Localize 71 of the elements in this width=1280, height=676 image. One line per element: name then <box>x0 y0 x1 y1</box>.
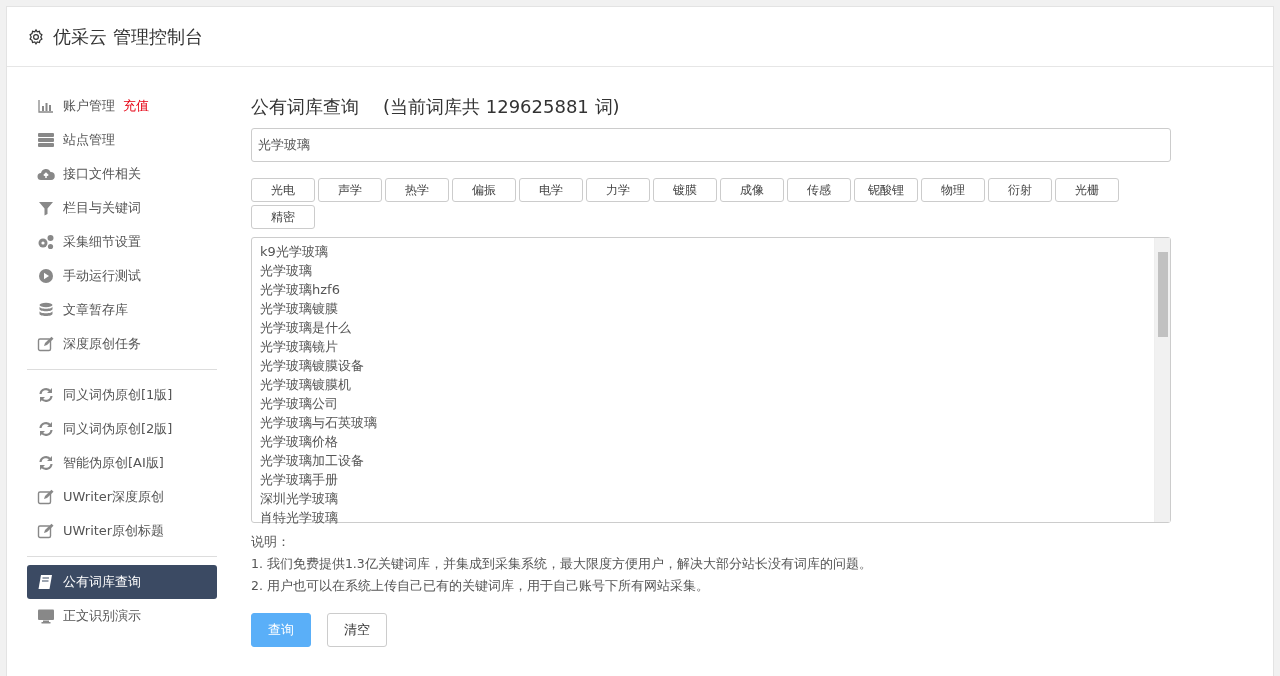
edit-icon <box>37 336 55 352</box>
sidebar-item[interactable]: UWriter原创标题 <box>27 514 217 548</box>
result-line: 肖特光学玻璃 <box>260 509 339 527</box>
bar-chart-icon <box>37 98 55 114</box>
tag-button[interactable]: 力学 <box>586 178 650 202</box>
scrollbar[interactable] <box>1154 238 1170 522</box>
tag-button[interactable]: 物理 <box>921 178 985 202</box>
tag-button[interactable]: 光电 <box>251 178 315 202</box>
result-line: k9光学玻璃 <box>260 243 329 261</box>
edit-icon <box>37 523 55 539</box>
sidebar-label: 账户管理 <box>63 97 115 116</box>
database-icon <box>37 302 55 318</box>
tag-button[interactable]: 镀膜 <box>653 178 717 202</box>
sidebar-item[interactable]: 同义词伪原创[1版] <box>27 378 217 412</box>
note-text: 2. 用户也可以在系统上传自己已有的关键词库，用于自己账号下所有网站采集。 <box>251 577 710 595</box>
sidebar-item[interactable]: 公有词库查询 <box>27 565 217 599</box>
console-title: 优采云 管理控制台 <box>53 25 203 49</box>
tag-button[interactable]: 精密 <box>251 205 315 229</box>
settings-icon <box>27 27 45 46</box>
monitor-icon <box>37 608 55 624</box>
filter-icon <box>37 200 55 216</box>
result-line: 光学玻璃价格 <box>260 433 339 451</box>
page-title: 公有词库查询 <box>251 95 359 119</box>
tag-button[interactable]: 铌酸锂 <box>854 178 918 202</box>
tag-button[interactable]: 热学 <box>385 178 449 202</box>
result-line: 光学玻璃 <box>260 262 313 280</box>
sidebar-item[interactable]: 接口文件相关 <box>27 157 217 191</box>
tag-button[interactable]: 偏振 <box>452 178 516 202</box>
tag-button[interactable]: 光栅 <box>1055 178 1119 202</box>
sidebar-item[interactable]: UWriter深度原创 <box>27 480 217 514</box>
result-line: 光学玻璃手册 <box>260 471 339 489</box>
tag-button[interactable]: 衍射 <box>988 178 1052 202</box>
result-line: 光学玻璃是什么 <box>260 319 352 337</box>
result-line: 光学玻璃公司 <box>260 395 339 413</box>
play-icon <box>37 268 55 284</box>
refresh-icon <box>37 455 55 471</box>
result-line: 光学玻璃加工设备 <box>260 452 365 470</box>
edit-icon <box>37 489 55 505</box>
result-line: 深圳光学玻璃 <box>260 490 339 508</box>
refresh-icon <box>37 421 55 437</box>
tag-button[interactable]: 电学 <box>519 178 583 202</box>
note-text: 1. 我们免费提供1.3亿关键词库，并集成到采集系统，最大限度方便用户，解决大部分站长没有词库的问题。 <box>251 555 873 573</box>
sidebar-item[interactable]: 文章暂存库 <box>27 293 217 327</box>
sidebar-item[interactable]: 账户管理 充值 <box>27 89 217 123</box>
sidebar-item[interactable]: 深度原创任务 <box>27 327 217 361</box>
sidebar-item[interactable]: 采集细节设置 <box>27 225 217 259</box>
notes-title: 说明： <box>251 533 291 551</box>
sidebar-item[interactable]: 手动运行测试 <box>27 259 217 293</box>
server-icon <box>37 132 55 148</box>
word-count-note: (当前词库共 129625881 词) <box>383 95 620 119</box>
sidebar-item[interactable]: 同义词伪原创[2版] <box>27 412 217 446</box>
result-line: 光学玻璃hzf6 <box>260 281 341 299</box>
result-line: 光学玻璃镀膜设备 <box>260 357 365 375</box>
refresh-icon <box>37 387 55 403</box>
result-line: 光学玻璃与石英玻璃 <box>260 414 378 432</box>
tag-button[interactable]: 传感 <box>787 178 851 202</box>
result-line: 光学玻璃镀膜 <box>260 300 339 318</box>
sidebar-item[interactable]: 站点管理 <box>27 123 217 157</box>
search-field[interactable]: 光学玻璃 <box>251 128 1171 162</box>
recharge-link[interactable]: 充值 <box>123 96 149 116</box>
clear-button[interactable]: 清空 <box>327 613 387 647</box>
gears-icon <box>37 234 55 250</box>
book-icon <box>37 574 55 590</box>
tag-button[interactable]: 成像 <box>720 178 784 202</box>
result-line: 光学玻璃镀膜机 <box>260 376 352 394</box>
cloud-upload-icon <box>37 166 55 182</box>
sidebar-item[interactable]: 栏目与关键词 <box>27 191 217 225</box>
result-line: 光学玻璃镜片 <box>260 338 339 356</box>
sidebar-item[interactable]: 正文识别演示 <box>27 599 217 633</box>
sidebar-item[interactable]: 智能伪原创[AI版] <box>27 446 217 480</box>
tag-button[interactable]: 声学 <box>318 178 382 202</box>
